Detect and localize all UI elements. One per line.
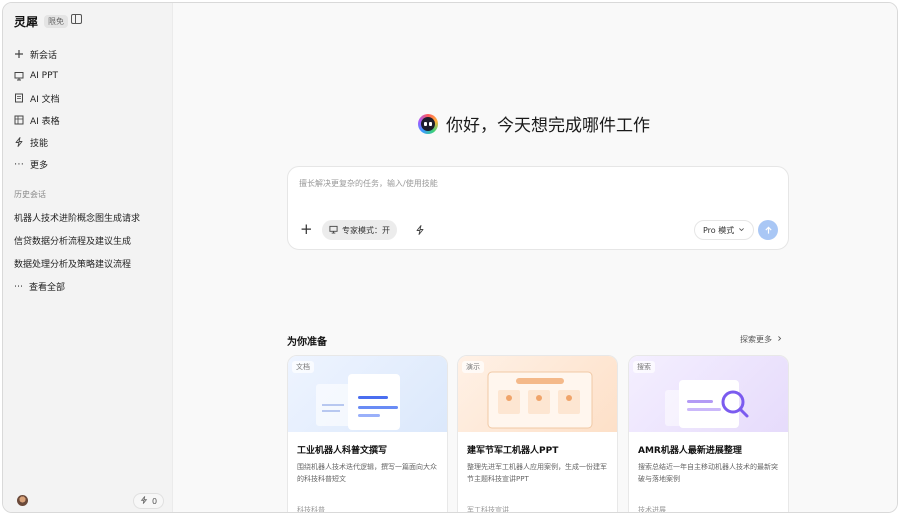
sidebar-item-label: 新会话 <box>30 50 58 61</box>
chevron-down-icon <box>738 226 745 235</box>
free-badge: 限免 <box>44 15 69 28</box>
expert-mode-label: 专家模式：开 <box>342 225 390 235</box>
card-tag: 搜索 <box>633 361 655 373</box>
model-select[interactable]: Pro 模式 <box>694 220 755 240</box>
sidebar-nav: 新会话 AI PPT AI 文档 AI 表格 技能 ⋯ 更多 <box>14 43 164 175</box>
card-title: 工业机器人科普文撰写 <box>297 446 388 456</box>
sidebar-item-ai-ppt[interactable]: AI PPT <box>14 65 164 87</box>
sidebar-item-more[interactable]: ⋯ 更多 <box>14 153 164 175</box>
sidebar-toggle-icon[interactable] <box>71 14 82 24</box>
sidebar-item-ai-doc[interactable]: AI 文档 <box>14 87 164 109</box>
table-icon <box>14 115 24 125</box>
history-item[interactable]: 信贷数据分析流程及建议生成 <box>14 229 169 252</box>
sidebar-item-label: AI 文档 <box>30 94 60 105</box>
main-area: 你好，今天想完成哪件工作 + 专家模式：开 Pro 模式 <box>174 3 897 513</box>
prompt-input[interactable] <box>299 179 769 188</box>
arrow-up-icon <box>764 226 772 234</box>
sidebar-item-skills[interactable]: 技能 <box>14 131 164 153</box>
greeting: 你好，今天想完成哪件工作 <box>418 111 650 136</box>
sidebar-item-label: 技能 <box>30 138 49 149</box>
brand-name: 灵犀 <box>14 15 39 29</box>
sidebar-item-ai-table[interactable]: AI 表格 <box>14 109 164 131</box>
card-tag: 演示 <box>462 361 484 373</box>
credits-badge[interactable]: 0 <box>133 493 165 509</box>
chevron-right-icon <box>776 335 783 344</box>
card-category: 军工科技宣讲 <box>467 506 509 513</box>
card-title: AMR机器人最新进展整理 <box>638 446 742 456</box>
suggestion-card[interactable]: 搜索 AMR机器人最新进展整理 搜索总结近一年自主移动机器人技术的最新突破与落地… <box>628 355 789 513</box>
send-button[interactable] <box>758 220 778 240</box>
sidebar-item-new-chat[interactable]: 新会话 <box>14 43 164 65</box>
view-all-history-button[interactable]: ⋯ 查看全部 <box>14 275 169 298</box>
section-title: 为你准备 <box>287 337 327 348</box>
model-select-label: Pro 模式 <box>703 225 735 235</box>
card-title: 建军节军工机器人PPT <box>467 446 559 456</box>
history-list: 机器人技术进阶概念图生成请求 信贷数据分析流程及建议生成 数据处理分析及策略建议… <box>14 206 169 298</box>
card-description: 搜索总结近一年自主移动机器人技术的最新突破与落地案例 <box>638 463 778 483</box>
history-item[interactable]: 数据处理分析及策略建议流程 <box>14 252 169 275</box>
sidebar-item-label: AI PPT <box>30 71 59 81</box>
document-icon <box>14 93 24 103</box>
presentation-icon <box>14 71 24 81</box>
assistant-logo-icon <box>418 113 438 134</box>
explore-more-link[interactable]: 探索更多 <box>740 334 783 345</box>
attach-plus-icon[interactable]: + <box>300 221 313 237</box>
skills-bolt-icon[interactable] <box>410 220 430 240</box>
sidebar-item-label: AI 表格 <box>30 116 60 127</box>
sidebar: 灵犀 限免 新会话 AI PPT AI 文档 AI 表格 技能 ⋯ 更多 历史会… <box>3 3 173 512</box>
sidebar-item-label: 更多 <box>30 160 49 171</box>
card-description: 整理先进军工机器人应用案例，生成一份建军节主题科技宣讲PPT <box>467 463 607 483</box>
card-description: 围绕机器人技术迭代逻辑，撰写一篇面向大众的科技科普短文 <box>297 463 437 483</box>
expert-mode-toggle[interactable]: 专家模式：开 <box>322 220 397 240</box>
monitor-icon <box>329 225 338 236</box>
card-category: 技术进展 <box>638 506 666 513</box>
suggestion-cards: 文档 工业机器人科普文撰写 围绕机器人技术迭代逻辑，撰写一篇面向大众的科技科普短… <box>287 355 789 513</box>
ellipsis-icon: ⋯ <box>14 281 23 292</box>
ellipsis-icon: ⋯ <box>14 158 24 170</box>
suggestion-card[interactable]: 文档 工业机器人科普文撰写 围绕机器人技术迭代逻辑，撰写一篇面向大众的科技科普短… <box>287 355 448 513</box>
app-window: 灵犀 限免 新会话 AI PPT AI 文档 AI 表格 技能 ⋯ 更多 历史会… <box>2 2 898 513</box>
brand: 灵犀 限免 <box>14 13 69 30</box>
greeting-text: 你好，今天想完成哪件工作 <box>446 116 650 136</box>
card-category: 科技科普 <box>297 506 325 513</box>
composer: + 专家模式：开 Pro 模式 <box>287 166 789 250</box>
view-all-label: 查看全部 <box>29 283 66 293</box>
history-section-title: 历史会话 <box>14 190 46 199</box>
credits-count: 0 <box>152 496 158 506</box>
history-item[interactable]: 机器人技术进阶概念图生成请求 <box>14 206 169 229</box>
bolt-icon <box>14 137 24 147</box>
explore-more-label: 探索更多 <box>740 335 772 344</box>
avatar[interactable] <box>17 495 28 506</box>
plus-icon <box>14 49 24 59</box>
suggestion-card[interactable]: 演示 建军节军工机器人PPT 整理先进军工机器人应用案例，生成一份建军节主题科技… <box>457 355 618 513</box>
card-tag: 文档 <box>292 361 314 373</box>
spark-icon <box>140 496 148 506</box>
